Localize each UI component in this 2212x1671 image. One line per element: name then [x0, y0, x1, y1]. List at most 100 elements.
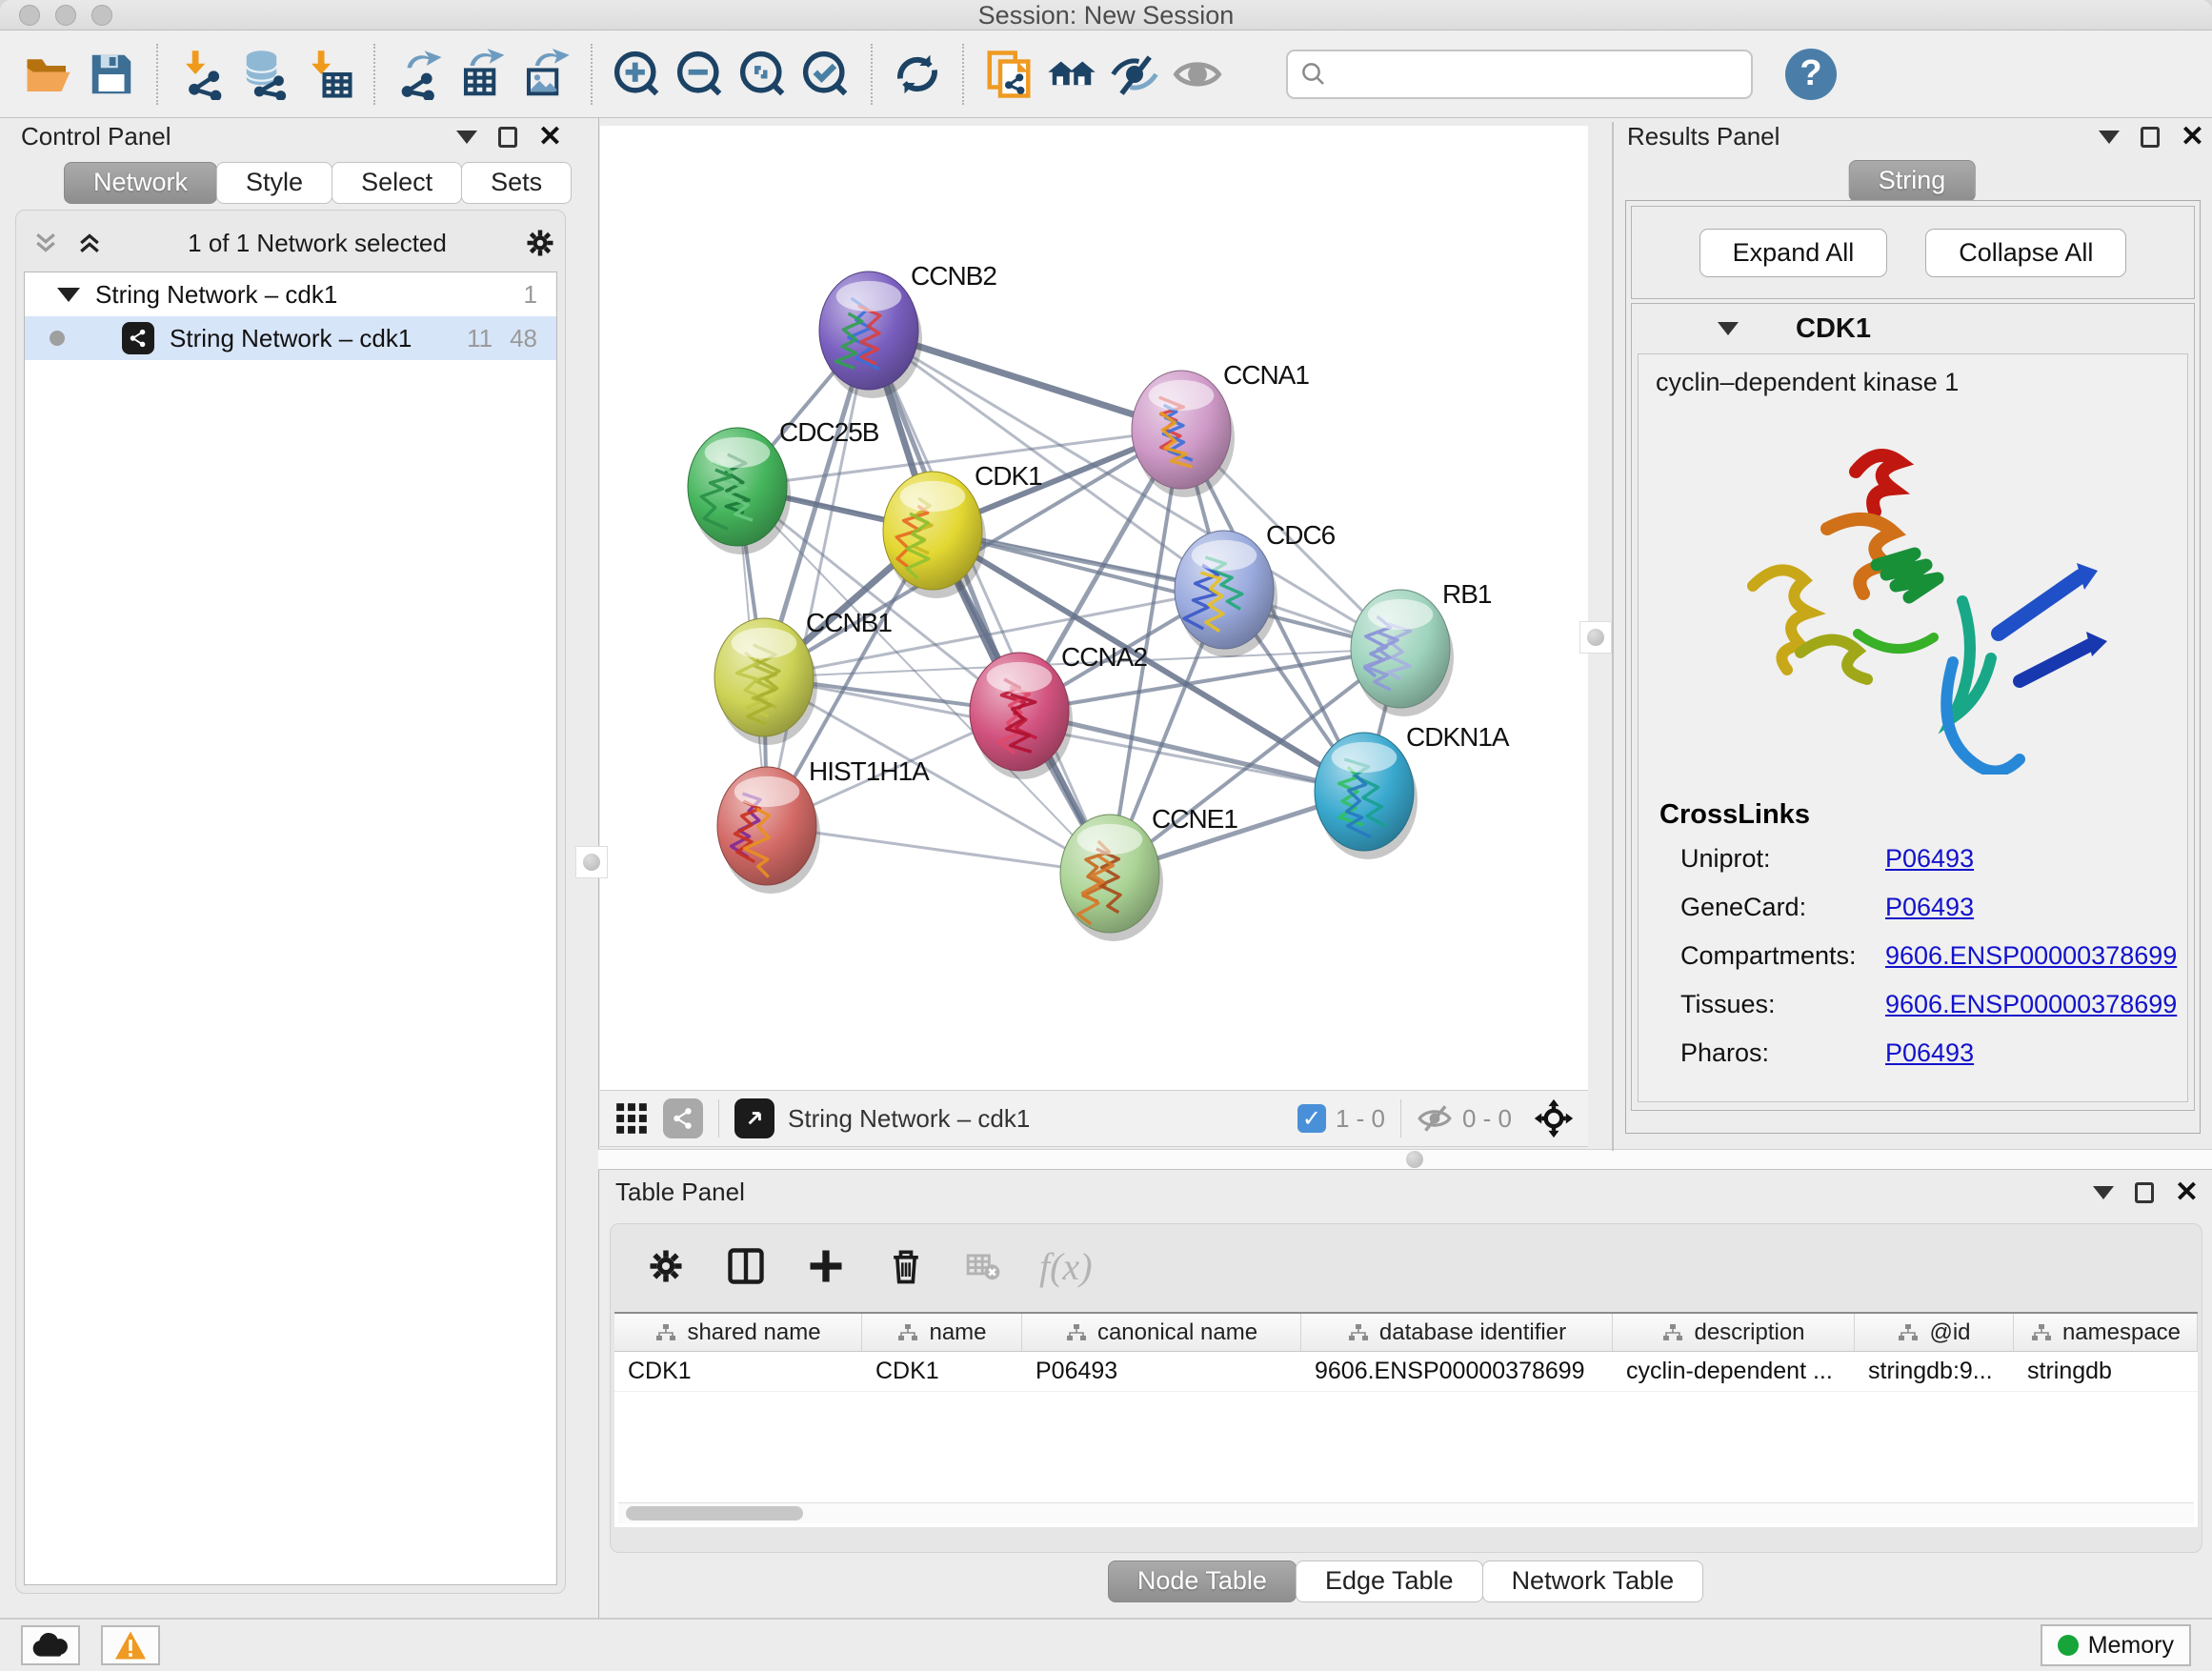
- network-node-ccnb2[interactable]: CCNB2: [819, 261, 996, 398]
- node-table[interactable]: shared namenamecanonical namedatabase id…: [614, 1312, 2198, 1527]
- open-session-icon[interactable]: [17, 43, 80, 106]
- column-header-description[interactable]: description: [1613, 1314, 1855, 1351]
- zoom-out-icon[interactable]: [669, 43, 732, 106]
- tab-string[interactable]: String: [1849, 160, 1976, 202]
- hidden-node-edge-counts: 0 - 0: [1462, 1104, 1512, 1134]
- network-node-ccna1[interactable]: CCNA1: [1132, 360, 1309, 497]
- crosslink-link[interactable]: 9606.ENSP00000378699: [1885, 941, 2177, 971]
- column-header-database-identifier[interactable]: database identifier: [1301, 1314, 1613, 1351]
- table-cell[interactable]: 9606.ENSP00000378699: [1301, 1352, 1613, 1391]
- panel-menu-icon[interactable]: [2099, 131, 2120, 144]
- search-box[interactable]: [1286, 50, 1753, 99]
- table-cell[interactable]: stringdb:9...: [1855, 1352, 2014, 1391]
- float-panel-icon[interactable]: [498, 127, 517, 148]
- node-count: 11: [467, 324, 493, 353]
- table-cell[interactable]: stringdb: [2014, 1352, 2198, 1391]
- pan-crosshair-icon[interactable]: [1533, 1097, 1575, 1139]
- birdseye-view-icon[interactable]: [734, 1098, 774, 1138]
- network-icon: [122, 322, 154, 354]
- zoom-fit-icon[interactable]: [732, 43, 794, 106]
- homes-icon[interactable]: [1040, 43, 1103, 106]
- cloud-status-icon[interactable]: [21, 1625, 80, 1665]
- splitter-handle[interactable]: [1406, 1151, 1423, 1168]
- export-network-icon[interactable]: [389, 43, 452, 106]
- network-row[interactable]: String Network – cdk1 11 48: [25, 316, 556, 360]
- table-options-gear-icon[interactable]: [645, 1245, 687, 1287]
- delete-column-icon[interactable]: [885, 1245, 927, 1287]
- collapse-all-button[interactable]: Collapse All: [1925, 229, 2126, 277]
- refresh-layout-icon[interactable]: [886, 43, 949, 106]
- expand-all-button[interactable]: Expand All: [1699, 229, 1888, 277]
- memory-button[interactable]: Memory: [2041, 1624, 2191, 1666]
- float-panel-icon[interactable]: [2141, 127, 2160, 148]
- network-node-ccne1[interactable]: CCNE1: [1060, 804, 1237, 941]
- left-splitter-handle[interactable]: [575, 846, 608, 878]
- import-table-icon[interactable]: [297, 43, 360, 106]
- show-columns-icon[interactable]: [725, 1245, 767, 1287]
- close-panel-icon[interactable]: ✕: [2175, 1182, 2199, 1203]
- horizontal-splitter[interactable]: [598, 1149, 2212, 1170]
- crosslink-link[interactable]: P06493: [1885, 844, 1974, 874]
- network-node-cdc6[interactable]: CDC6: [1175, 520, 1336, 657]
- export-image-icon[interactable]: [514, 43, 577, 106]
- network-node-hist1h1a[interactable]: HIST1H1A: [717, 756, 930, 894]
- tab-sets[interactable]: Sets: [461, 162, 572, 204]
- network-badge-icon[interactable]: [663, 1098, 703, 1138]
- import-database-icon[interactable]: [234, 43, 297, 106]
- hide-show-icon[interactable]: [1103, 43, 1166, 106]
- tab-network-table[interactable]: Network Table: [1482, 1560, 1704, 1602]
- close-panel-icon[interactable]: ✕: [538, 127, 562, 148]
- zoom-in-icon[interactable]: [606, 43, 669, 106]
- network-node-cdk1[interactable]: CDK1: [883, 461, 1042, 598]
- column-header--id[interactable]: @id: [1855, 1314, 2014, 1351]
- create-column-icon[interactable]: [805, 1245, 847, 1287]
- close-panel-icon[interactable]: ✕: [2181, 127, 2204, 148]
- collapse-all-networks-icon[interactable]: [75, 229, 104, 257]
- table-cell[interactable]: CDK1: [614, 1352, 862, 1391]
- network-node-ccnb1[interactable]: CCNB1: [714, 608, 892, 745]
- save-session-icon[interactable]: [80, 43, 143, 106]
- network-node-ccna2[interactable]: CCNA2: [970, 642, 1147, 779]
- table-cell[interactable]: cyclin-dependent ...: [1613, 1352, 1855, 1391]
- expand-all-networks-icon[interactable]: [31, 229, 60, 257]
- crosslink-link[interactable]: P06493: [1885, 1038, 1974, 1068]
- gene-section-header[interactable]: CDK1: [1632, 304, 2194, 353]
- tab-select[interactable]: Select: [332, 162, 462, 204]
- tab-style[interactable]: Style: [216, 162, 332, 204]
- right-splitter-handle[interactable]: [1579, 621, 1612, 654]
- tab-network[interactable]: Network: [64, 162, 217, 204]
- network-collection-row[interactable]: String Network – cdk1 1: [25, 272, 556, 316]
- table-cell[interactable]: P06493: [1022, 1352, 1301, 1391]
- panel-menu-icon[interactable]: [456, 131, 477, 144]
- collection-expander-icon[interactable]: [57, 288, 80, 302]
- network-canvas[interactable]: CCNB2CCNA1CDC25BCDK1CDC6RB1CCNB1CCNA2CDK…: [600, 126, 1588, 1090]
- panel-menu-icon[interactable]: [2093, 1186, 2114, 1199]
- warning-icon[interactable]: [101, 1625, 160, 1665]
- network-edge[interactable]: [869, 331, 1110, 874]
- column-header-name[interactable]: name: [862, 1314, 1022, 1351]
- crosslink-link[interactable]: P06493: [1885, 893, 1974, 922]
- zoom-selected-icon[interactable]: [794, 43, 857, 106]
- help-icon[interactable]: ?: [1785, 49, 1837, 100]
- network-node-cdkn1a[interactable]: CDKN1A: [1315, 722, 1510, 859]
- export-table-icon[interactable]: [452, 43, 514, 106]
- gene-expander-icon[interactable]: [1718, 322, 1739, 335]
- import-network-icon[interactable]: [171, 43, 234, 106]
- column-header-canonical-name[interactable]: canonical name: [1022, 1314, 1301, 1351]
- selected-checkbox-icon[interactable]: ✓: [1297, 1104, 1326, 1133]
- column-header-shared-name[interactable]: shared name: [614, 1314, 862, 1351]
- column-header-namespace[interactable]: namespace: [2014, 1314, 2198, 1351]
- grid-view-icon[interactable]: [613, 1100, 650, 1137]
- table-horizontal-scrollbar[interactable]: [618, 1502, 2194, 1523]
- tab-node-table[interactable]: Node Table: [1108, 1560, 1297, 1602]
- network-node-rb1[interactable]: RB1: [1351, 579, 1492, 716]
- network-from-document-icon[interactable]: [977, 43, 1040, 106]
- search-input[interactable]: [1336, 58, 1739, 90]
- crosslink-link[interactable]: 9606.ENSP00000378699: [1885, 990, 2177, 1019]
- show-graphics-icon[interactable]: [1166, 43, 1229, 106]
- network-options-gear-icon[interactable]: [523, 226, 557, 260]
- scrollbar-thumb[interactable]: [626, 1506, 803, 1520]
- tab-edge-table[interactable]: Edge Table: [1296, 1560, 1483, 1602]
- float-panel-icon[interactable]: [2135, 1182, 2154, 1203]
- table-cell[interactable]: CDK1: [862, 1352, 1022, 1391]
